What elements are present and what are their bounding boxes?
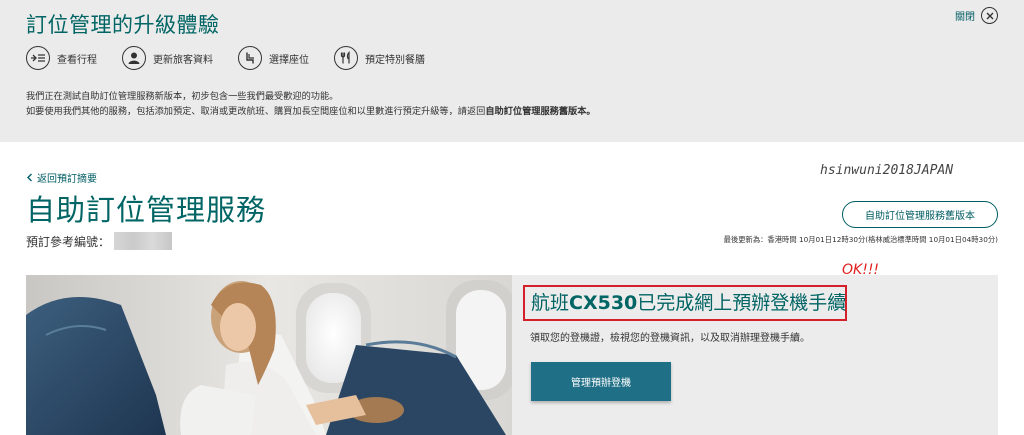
last-updated-text: 最後更新為：香港時間 10月01日12時30分(格林威治標準時間 10月01日0… bbox=[723, 235, 998, 244]
back-to-booking-summary-link[interactable]: 返回預訂摘要 bbox=[26, 170, 97, 185]
cutlery-icon bbox=[334, 46, 358, 70]
feature-label: 更新旅客資料 bbox=[153, 54, 213, 66]
checkin-subtitle: 領取您的登機證，檢視您的登機資訊，以及取消辦理登機手續。 bbox=[530, 333, 810, 344]
checkin-hero-card: 航班CX530已完成網上預辦登機手續 領取您的登機證，檢視您的登機資訊，以及取消… bbox=[26, 275, 998, 435]
feature-list: 查看行程 更新旅客資料 選擇座位 預定特別餐膳 bbox=[26, 46, 450, 70]
booking-ref-label: 預訂參考編號： bbox=[26, 234, 111, 249]
feature-select-seat: 選擇座位 bbox=[238, 46, 309, 70]
desc-line-1: 我們正在測試自助訂位管理服務新版本，初步包含一些我們最受歡迎的功能。 bbox=[26, 91, 339, 102]
old-version-link[interactable]: 自助訂位管理服務舊版本。 bbox=[485, 106, 595, 117]
feature-label: 選擇座位 bbox=[269, 54, 309, 66]
booking-ref-redacted bbox=[114, 232, 173, 250]
feature-special-meal: 預定特別餐膳 bbox=[334, 46, 425, 70]
booking-reference: 預訂參考編號： bbox=[26, 232, 173, 250]
back-link-label: 返回預訂摘要 bbox=[37, 174, 97, 185]
close-icon[interactable] bbox=[981, 7, 998, 24]
feature-view-itinerary: 查看行程 bbox=[26, 46, 97, 70]
flight-title-suffix: 已完成網上預辦登機手續 bbox=[637, 292, 847, 314]
desc-line-2-text: 如要使用我們其他的服務，包括添加預定、取消或更改航班、購買加長空間座位和以里數進… bbox=[26, 106, 486, 117]
banner-close-button[interactable]: 關閉 bbox=[955, 7, 998, 24]
seat-icon bbox=[238, 46, 262, 70]
old-version-button[interactable]: 自助訂位管理服務舊版本 bbox=[842, 201, 998, 228]
watermark-text: hsinwuni2018JAPAN bbox=[820, 163, 954, 178]
cabin-photo bbox=[26, 275, 512, 435]
upgrade-banner: 訂位管理的升級體驗 關閉 查看行程 更新旅客資料 選擇座位 預定特別餐膳 我們正… bbox=[0, 0, 1024, 142]
banner-title: 訂位管理的升級體驗 bbox=[26, 13, 220, 37]
feature-update-passenger: 更新旅客資料 bbox=[122, 46, 213, 70]
page-title: 自助訂位管理服務 bbox=[26, 193, 267, 227]
feature-label: 預定特別餐膳 bbox=[365, 54, 425, 66]
close-label: 關閉 bbox=[955, 12, 975, 23]
manage-checkin-button[interactable]: 管理預辦登機 bbox=[531, 362, 671, 401]
feature-label: 查看行程 bbox=[57, 54, 97, 66]
flight-title-prefix: 航班 bbox=[531, 292, 570, 314]
plane-list-icon bbox=[26, 46, 50, 70]
chevron-left-icon bbox=[27, 173, 32, 182]
desc-line-2: 如要使用我們其他的服務，包括添加預定、取消或更改航班、購買加長空間座位和以里數進… bbox=[26, 104, 596, 119]
flight-status-title: 航班CX530已完成網上預辦登機手續 bbox=[531, 288, 846, 315]
flight-number: CX530 bbox=[569, 292, 638, 314]
person-icon bbox=[122, 46, 146, 70]
banner-description: 我們正在測試自助訂位管理服務新版本，初步包含一些我們最受歡迎的功能。 如要使用我… bbox=[26, 89, 596, 119]
